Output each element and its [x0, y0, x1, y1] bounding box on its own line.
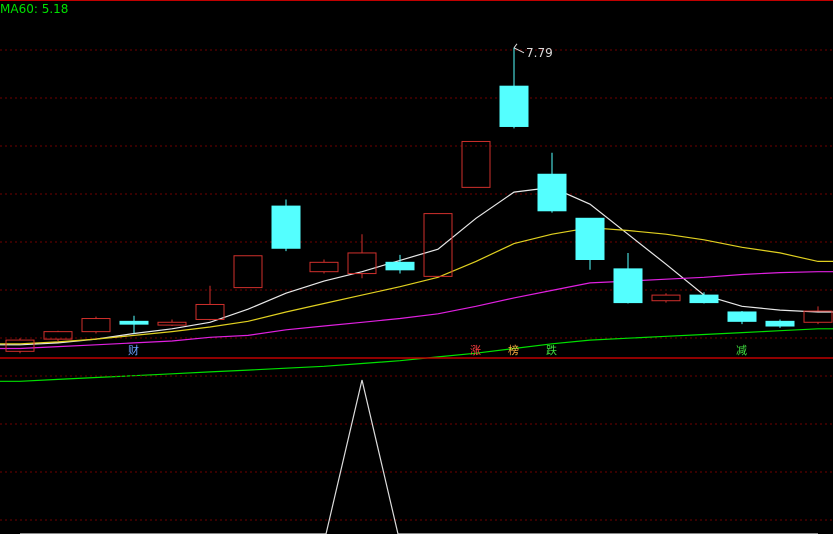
candle-body [765, 320, 795, 327]
candle-body [43, 331, 73, 340]
indicator-panel [20, 379, 818, 534]
price-grid [0, 0, 833, 339]
candle[interactable] [803, 306, 833, 325]
candle[interactable] [309, 259, 339, 274]
candle-body [271, 205, 301, 249]
price-annotations: 7.79 [513, 43, 553, 60]
stock-chart[interactable]: 7.79 [0, 0, 833, 534]
candle[interactable] [5, 338, 35, 354]
candle-body [537, 173, 567, 212]
candle-body [309, 261, 339, 273]
moving-average-lines [0, 186, 833, 382]
indicator-line [20, 379, 818, 534]
candle-body [157, 321, 187, 326]
ma_mid-line [0, 227, 833, 345]
candle[interactable] [765, 319, 795, 328]
candle[interactable] [651, 293, 681, 303]
indicator-grid [0, 375, 833, 521]
annotation-value: 7.79 [526, 46, 553, 60]
candle[interactable] [461, 140, 491, 188]
candle-body [5, 339, 35, 352]
candle[interactable] [537, 152, 567, 213]
annotation-pointer [513, 43, 525, 54]
event-marker[interactable]: 涨 [468, 344, 483, 357]
candle-body [423, 213, 453, 277]
candle-body [347, 252, 377, 275]
candle[interactable] [43, 330, 73, 342]
candle[interactable] [195, 285, 225, 321]
candle-body [803, 310, 833, 323]
candle-body [727, 311, 757, 322]
candle-body [385, 261, 415, 271]
candle-body [575, 217, 605, 261]
candle[interactable] [81, 316, 111, 334]
event-marker[interactable]: 榜 [506, 344, 521, 357]
candle-body [461, 140, 491, 188]
candle[interactable] [271, 199, 301, 252]
candle[interactable] [119, 315, 149, 334]
candle-body [499, 85, 529, 127]
candle[interactable] [423, 213, 453, 277]
candle-body [81, 318, 111, 333]
candle-body [233, 255, 263, 289]
event-marker[interactable]: 财 [126, 344, 141, 357]
event-marker[interactable]: 减 [734, 344, 749, 357]
candle[interactable] [727, 311, 757, 325]
candle-body [119, 320, 149, 325]
candle-body [651, 294, 681, 302]
candle[interactable] [689, 292, 719, 304]
candle[interactable] [157, 319, 187, 327]
candle-body [689, 294, 719, 304]
candle-body [613, 268, 643, 304]
candle-body [195, 303, 225, 320]
event-marker[interactable]: 跌 [544, 344, 559, 357]
candle[interactable] [233, 255, 263, 289]
candle[interactable] [499, 47, 529, 129]
candle[interactable] [575, 217, 605, 270]
candlesticks[interactable] [5, 47, 833, 354]
candle[interactable] [613, 252, 643, 304]
